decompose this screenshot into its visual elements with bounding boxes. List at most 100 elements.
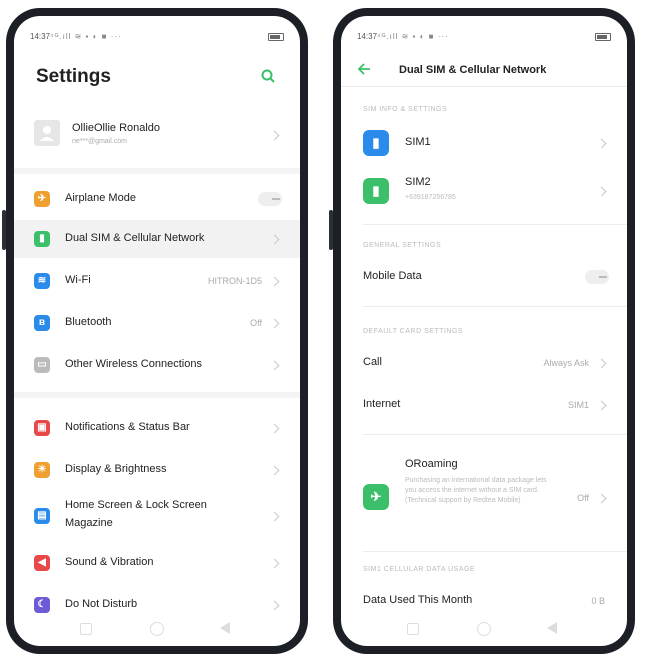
phone-right: 14:37 ⁴ᴳ.ıll ≋ ▪ ◐ ■ ··· Dual SIM & Cell… — [333, 8, 635, 654]
internet-row[interactable]: Internet SIM1 — [341, 386, 627, 424]
dual-sim-label: Dual SIM & Cellular Network — [65, 232, 205, 244]
call-value: Always Ask — [543, 358, 589, 368]
sim1-row[interactable]: ▮ SIM1 — [341, 122, 627, 164]
home-screen-label: Home Screen & Lock Screen — [65, 499, 207, 511]
status-time: 14:37 — [357, 32, 378, 41]
nav-bar — [341, 618, 627, 638]
other-wireless-label: Other Wireless Connections — [65, 358, 202, 370]
data-used-value: 0 B — [591, 596, 605, 606]
chevron-right-icon — [596, 400, 607, 411]
notifications-icon: ▣ — [34, 420, 50, 436]
chevron-right-icon — [596, 358, 607, 369]
wifi-icon: ≋ — [34, 273, 50, 289]
status-bar: 14:37 ⁴ᴳ.ıll ≋ ▪ ◐ ■ ··· — [30, 30, 284, 44]
mobile-data-toggle[interactable] — [585, 270, 609, 284]
sound-label: Sound & Vibration — [65, 556, 154, 568]
avatar — [34, 120, 60, 146]
wifi-row[interactable]: ≋ Wi-Fi HITRON-1D5 — [14, 262, 300, 300]
divider — [341, 86, 627, 87]
chevron-right-icon — [596, 186, 607, 197]
chevron-right-icon — [269, 423, 280, 434]
home-screen-label-line2: Magazine — [65, 517, 113, 529]
chevron-right-icon — [269, 360, 280, 371]
user-icon — [40, 126, 54, 141]
chevron-right-icon — [269, 465, 280, 476]
mobile-data-label: Mobile Data — [363, 270, 422, 282]
sim2-row[interactable]: ▮ SIM2 +639187256785 — [341, 166, 627, 214]
sim2-icon: ▮ — [363, 178, 389, 204]
brightness-icon: ☀ — [34, 462, 50, 478]
sound-row[interactable]: ◀ Sound & Vibration — [14, 544, 300, 582]
wireless-icon: ▭ — [34, 357, 50, 373]
recents-icon[interactable] — [80, 623, 92, 635]
section-header: SIM INFO & SETTINGS — [363, 106, 448, 113]
account-row[interactable]: OllieOllie Ronaldo ne***@gmail.com — [14, 110, 300, 160]
signal-icons: ⁴ᴳ.ıll ≋ ▪ ◐ ■ ··· — [377, 32, 449, 41]
bluetooth-row[interactable]: ʙ Bluetooth Off — [14, 304, 300, 342]
airplane-icon: ✈ — [363, 484, 389, 510]
nav-bar — [14, 618, 300, 638]
display-row[interactable]: ☀ Display & Brightness — [14, 451, 300, 489]
settings-screen: 14:37 ⁴ᴳ.ıll ≋ ▪ ◐ ■ ··· Settings OllieO… — [14, 16, 300, 646]
wifi-label: Wi-Fi — [65, 274, 91, 286]
sim-icon: ▮ — [34, 231, 50, 247]
moon-icon: ☾ — [34, 597, 50, 613]
divider — [363, 306, 627, 307]
recents-icon[interactable] — [407, 623, 419, 635]
chevron-right-icon — [269, 130, 280, 141]
page-title: Dual SIM & Cellular Network — [399, 64, 547, 76]
home-icon[interactable] — [477, 622, 491, 636]
search-icon[interactable] — [260, 68, 276, 84]
notifications-row[interactable]: ▣ Notifications & Status Bar — [14, 409, 300, 447]
airplane-mode-toggle[interactable] — [258, 192, 282, 206]
oroaming-description: Purchasing an international data package… — [405, 477, 547, 504]
internet-value: SIM1 — [567, 400, 589, 410]
dnd-label: Do Not Disturb — [65, 598, 138, 610]
data-used-label: Data Used This Month — [363, 594, 473, 606]
divider — [14, 392, 300, 398]
dual-sim-screen: 14:37 ⁴ᴳ.ıll ≋ ▪ ◐ ■ ··· Dual SIM & Cell… — [341, 16, 627, 646]
account-email: ne***@gmail.com — [72, 138, 127, 145]
chevron-right-icon — [596, 138, 607, 149]
page-title: Settings — [36, 66, 111, 87]
home-screen-row[interactable]: ▤ Home Screen & Lock Screen Magazine — [14, 493, 300, 539]
signal-icons: ⁴ᴳ.ıll ≋ ▪ ◐ ■ ··· — [50, 32, 122, 41]
chevron-right-icon — [269, 600, 280, 611]
airplane-icon: ✈ — [34, 191, 50, 207]
display-label: Display & Brightness — [65, 463, 167, 475]
section-header: SIM1 CELLULAR DATA USAGE — [363, 566, 476, 573]
sim1-label: SIM1 — [405, 136, 431, 148]
other-wireless-row[interactable]: ▭ Other Wireless Connections — [14, 346, 300, 384]
back-arrow-icon[interactable] — [357, 62, 371, 76]
section-header: DEFAULT CARD SETTINGS — [363, 328, 464, 335]
dual-sim-row[interactable]: ▮ Dual SIM & Cellular Network — [14, 220, 300, 258]
oroaming-row[interactable]: ✈ ORoaming Purchasing an international d… — [341, 448, 627, 538]
divider — [363, 224, 627, 225]
call-row[interactable]: Call Always Ask — [341, 344, 627, 382]
status-bar: 14:37 ⁴ᴳ.ıll ≋ ▪ ◐ ■ ··· — [357, 30, 611, 44]
bluetooth-label: Bluetooth — [65, 316, 112, 328]
airplane-mode-row[interactable]: ✈ Airplane Mode — [14, 180, 300, 218]
call-label: Call — [363, 356, 382, 368]
home-icon[interactable] — [150, 622, 164, 636]
oroaming-label: ORoaming — [405, 458, 458, 470]
divider — [363, 434, 627, 435]
sim2-number: +639187256785 — [405, 194, 456, 201]
status-time: 14:37 — [30, 32, 51, 41]
sim1-icon: ▮ — [363, 130, 389, 156]
battery-icon — [268, 32, 284, 41]
bluetooth-icon: ʙ — [34, 315, 50, 331]
sim2-label: SIM2 — [405, 176, 431, 188]
chevron-right-icon — [269, 558, 280, 569]
chevron-right-icon — [269, 234, 280, 245]
back-icon[interactable] — [220, 622, 230, 634]
battery-icon — [595, 32, 611, 41]
back-icon[interactable] — [547, 622, 557, 634]
chevron-right-icon — [269, 511, 280, 522]
notifications-label: Notifications & Status Bar — [65, 421, 190, 433]
account-name: OllieOllie Ronaldo — [72, 122, 161, 134]
data-used-row[interactable]: Data Used This Month 0 B — [341, 584, 627, 618]
wifi-value: HITRON-1D5 — [207, 276, 262, 286]
mobile-data-row[interactable]: Mobile Data — [341, 258, 627, 296]
chevron-right-icon — [269, 276, 280, 287]
